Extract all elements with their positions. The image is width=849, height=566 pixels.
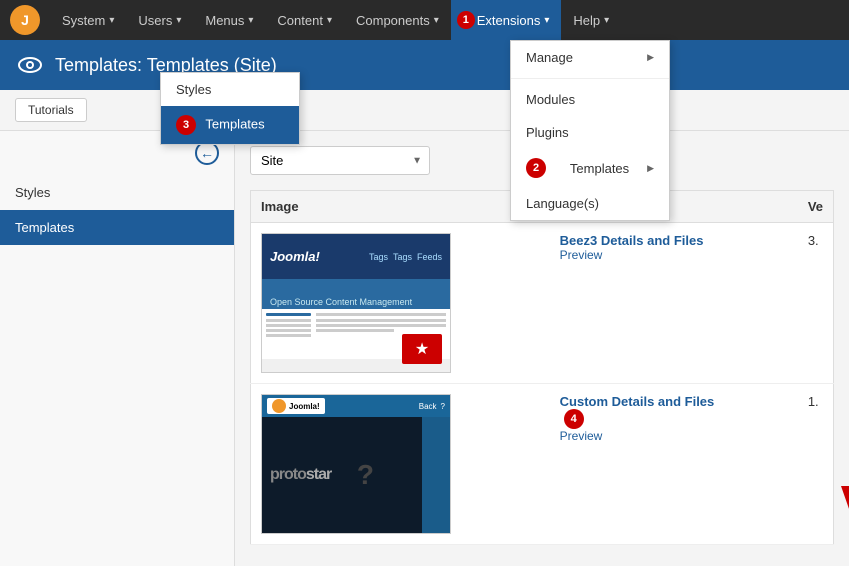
protostar-header: Joomla! Back ? — [262, 395, 450, 417]
sidebar-item-styles[interactable]: Styles — [0, 175, 234, 210]
nav-help[interactable]: Help ▾ — [561, 0, 621, 40]
beez3-subtitle: Open Source Content Management — [262, 279, 450, 309]
content-caret-icon: ▾ — [327, 15, 332, 26]
joomla-logo: J — [10, 5, 40, 35]
beez3-body: ★ — [262, 309, 450, 359]
main-area: ← Styles Templates Site Administrator Im… — [0, 131, 849, 566]
sidebar: ← Styles Templates — [0, 131, 235, 566]
users-caret-icon: ▾ — [176, 15, 181, 26]
toolbar: Tutorials — [0, 90, 849, 131]
step3-badge: 3 — [176, 115, 196, 135]
template-image-cell: Joomla! Tags Tags Feeds Open Source Cont… — [251, 223, 550, 384]
protostar-text-area: protostar — [262, 461, 339, 489]
protostar-logo: Joomla! — [267, 398, 325, 414]
protostar-version-cell: 1. — [798, 384, 834, 545]
table-row: Joomla! Tags Tags Feeds Open Source Cont… — [251, 223, 834, 384]
beez3-preview: Joomla! Tags Tags Feeds Open Source Cont… — [262, 234, 450, 372]
beez3-logo: Joomla! — [270, 249, 320, 264]
nav-content[interactable]: Content ▾ — [265, 0, 344, 40]
system-caret-icon: ▾ — [109, 15, 114, 26]
protostar-body: protostar ? — [262, 417, 450, 533]
beez3-sidebar — [266, 313, 316, 355]
step4-badge: 4 — [564, 409, 584, 429]
col-image: Image — [251, 191, 550, 223]
dropdown-templates[interactable]: 2 Templates — [511, 149, 669, 187]
nav-users[interactable]: Users ▾ — [126, 0, 193, 40]
beez3-details-link[interactable]: Beez3 Details and Files — [560, 233, 788, 248]
beez3-version-cell: 3. — [798, 223, 834, 384]
extensions-badge: 1 — [457, 11, 475, 29]
extensions-caret-icon: ▾ — [544, 15, 549, 26]
protostar-text: protostar — [270, 466, 331, 483]
protostar-name-cell: Custom Details and Files 4 Preview — [550, 384, 798, 545]
nav-menus[interactable]: Menus ▾ — [193, 0, 265, 40]
beez3-image: Joomla! Tags Tags Feeds Open Source Cont… — [261, 233, 451, 373]
col-version: Ve — [798, 191, 834, 223]
filter-select-wrapper: Site Administrator — [250, 146, 430, 175]
protostar-details-link[interactable]: Custom Details and Files — [560, 394, 788, 409]
protostar-image-cell: Joomla! Back ? — [251, 384, 550, 545]
templates-table: Image Template ▲ Ve — [250, 190, 834, 545]
templates-eye-icon — [15, 50, 45, 80]
page-header: Templates: Templates (Site) — [0, 40, 849, 90]
components-caret-icon: ▾ — [434, 15, 439, 26]
dropdown-modules[interactable]: Modules — [511, 83, 669, 116]
protostar-nav: Back ? — [325, 402, 445, 411]
nav-items: System ▾ Users ▾ Menus ▾ Content ▾ Compo… — [50, 0, 839, 40]
extensions-dropdown: Manage Modules Plugins 2 Templates Langu… — [510, 40, 670, 221]
table-row: Joomla! Back ? — [251, 384, 834, 545]
help-caret-icon: ▾ — [604, 15, 609, 26]
step2-badge: 2 — [526, 158, 546, 178]
extensions-submenu: Styles 3 Templates — [160, 72, 300, 145]
protostar-preview: Joomla! Back ? — [262, 395, 450, 533]
dropdown-manage[interactable]: Manage — [511, 41, 669, 74]
top-navbar: J System ▾ Users ▾ Menus ▾ Content ▾ Com… — [0, 0, 849, 40]
nav-extensions[interactable]: 1 Extensions ▾ — [451, 0, 562, 40]
beez3-red-box: ★ — [402, 334, 442, 364]
beez3-header: Joomla! Tags Tags Feeds — [262, 234, 450, 279]
dropdown-plugins[interactable]: Plugins — [511, 116, 669, 149]
beez3-nav: Tags Tags Feeds — [320, 252, 442, 262]
beez3-name-cell: Beez3 Details and Files Preview — [550, 223, 798, 384]
sidebar-item-templates[interactable]: Templates — [0, 210, 234, 245]
tutorials-button[interactable]: Tutorials — [15, 98, 87, 122]
site-filter-select[interactable]: Site Administrator — [250, 146, 430, 175]
protostar-preview-link[interactable]: Preview — [560, 429, 788, 443]
beez3-preview-link[interactable]: Preview — [560, 248, 788, 262]
dropdown-languages[interactable]: Language(s) — [511, 187, 669, 220]
nav-system[interactable]: System ▾ — [50, 0, 126, 40]
submenu-styles[interactable]: Styles — [161, 73, 299, 106]
protostar-image: Joomla! Back ? — [261, 394, 451, 534]
menus-caret-icon: ▾ — [248, 15, 253, 26]
question-mark: ? — [357, 459, 374, 491]
dropdown-divider-1 — [511, 78, 669, 79]
nav-components[interactable]: Components ▾ — [344, 0, 451, 40]
protostar-sidebar — [422, 417, 450, 533]
submenu-templates[interactable]: 3 Templates — [161, 106, 299, 144]
